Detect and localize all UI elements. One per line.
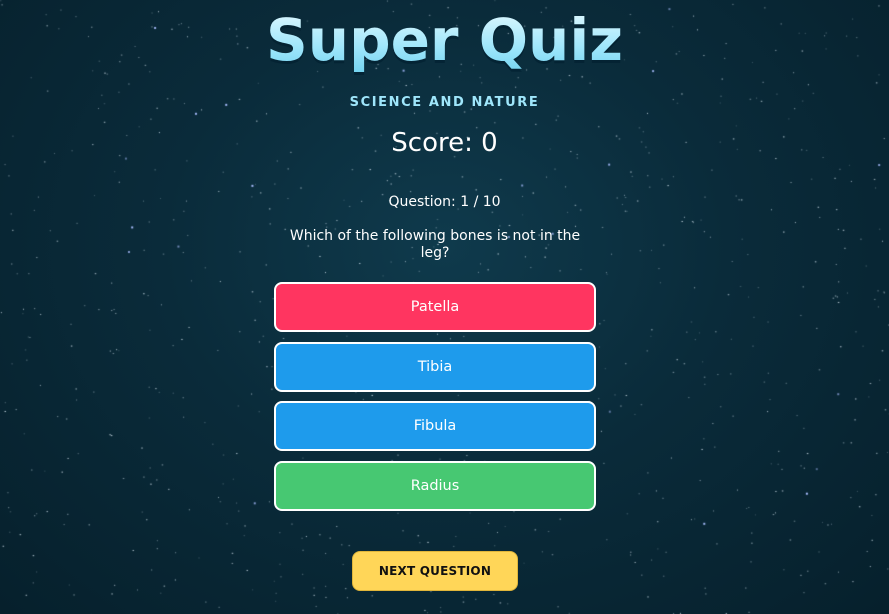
- next-question-button[interactable]: NEXT QUESTION: [352, 551, 518, 591]
- answer-button-tibia[interactable]: Tibia: [274, 341, 596, 392]
- score-display: Score: 0: [391, 128, 498, 158]
- answer-list: Patella Tibia Fibula Radius: [274, 282, 596, 520]
- answer-button-fibula[interactable]: Fibula: [274, 401, 596, 451]
- answer-label: Fibula: [413, 418, 457, 434]
- category-label: SCIENCE AND NATURE: [349, 95, 540, 110]
- question-counter: Question: 1 / 10: [388, 194, 501, 210]
- answer-button-patella[interactable]: Patella: [274, 282, 596, 332]
- page-title: Super Quiz: [0, 4, 889, 76]
- question-text: Which of the following bones is not in t…: [289, 228, 581, 261]
- quiz-app: Super Quiz SCIENCE AND NATURE Score: 0 Q…: [0, 0, 889, 614]
- answer-button-radius[interactable]: Radius: [274, 460, 596, 511]
- answer-label: Radius: [410, 477, 460, 494]
- answer-label: Tibia: [417, 358, 453, 375]
- answer-label: Patella: [410, 299, 460, 315]
